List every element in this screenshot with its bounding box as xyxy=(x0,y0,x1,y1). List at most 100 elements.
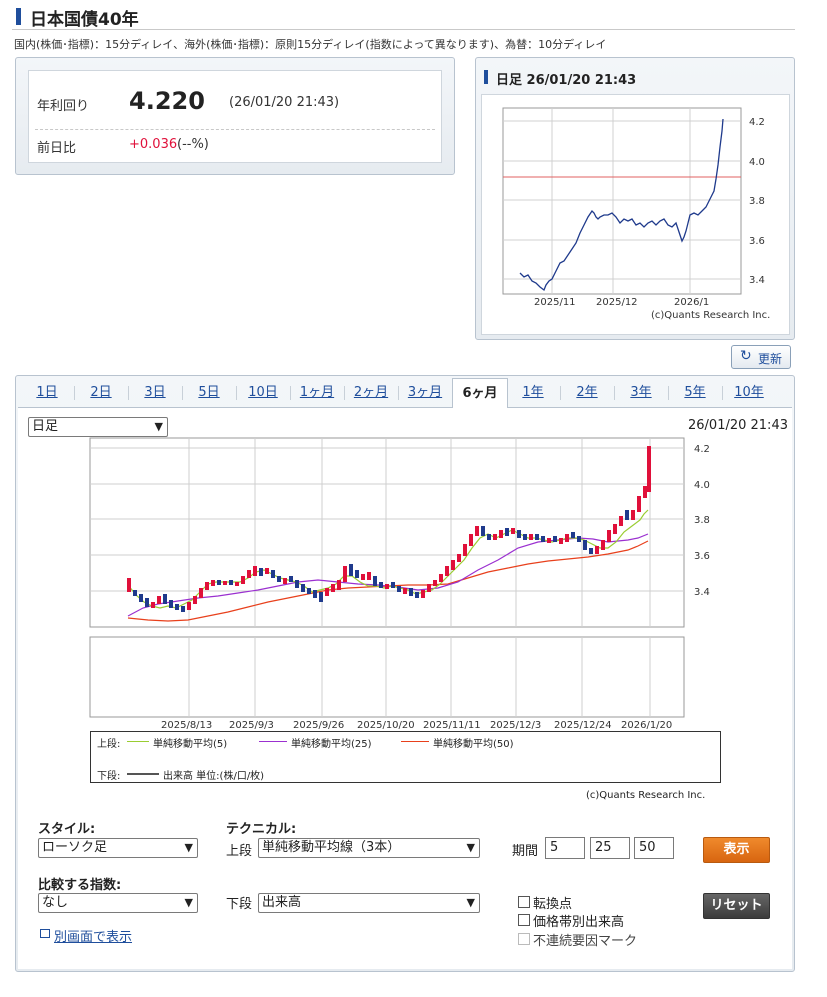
tab-1m[interactable]: 1ヶ月 xyxy=(294,378,340,408)
technical-label: テクニカル: xyxy=(226,822,297,837)
reset-button[interactable]: リセット xyxy=(703,893,770,919)
candle xyxy=(289,576,293,582)
yield-label: 年利回り xyxy=(37,99,90,114)
candle xyxy=(169,600,173,608)
legend-volume-swatch xyxy=(127,773,159,775)
popup-link[interactable]: 別画面で表示 xyxy=(54,926,132,945)
candle xyxy=(217,580,221,585)
lower-technical-select[interactable]: 出来高 ▼ xyxy=(258,893,480,913)
tab-6m[interactable]: 6ヶ月 xyxy=(452,378,508,408)
candle xyxy=(127,578,131,592)
candle xyxy=(541,536,545,542)
candle xyxy=(493,534,497,540)
compare-select[interactable]: なし ▼ xyxy=(38,893,198,913)
candle xyxy=(307,588,311,594)
mini-chart-panel: 日足 26/01/20 21:43 4.2 4.0 3.8 3.6 3.4 20… xyxy=(475,57,795,340)
candle xyxy=(199,588,203,598)
lower-technical-value: 出来高 xyxy=(262,895,302,910)
candle xyxy=(451,560,455,570)
mini-plot-frame xyxy=(502,107,742,295)
price-y-tick: 4.0 xyxy=(694,480,710,491)
candle xyxy=(589,548,593,554)
candle xyxy=(373,576,377,586)
x-tick: 2025/12/24 xyxy=(554,720,612,731)
legend-ma25-swatch xyxy=(259,741,287,742)
x-tick: 2025/10/20 xyxy=(357,720,415,731)
price-y-tick: 4.2 xyxy=(694,444,710,455)
period-input-1[interactable]: 5 xyxy=(545,837,585,859)
legend-volume: 出来高 単位:(株/口/枚) xyxy=(163,771,265,782)
legend-ma25: 単純移動平均(25) xyxy=(291,739,372,750)
candle xyxy=(385,584,389,589)
candle xyxy=(553,536,557,542)
upper-technical-value: 単純移動平均線（3本） xyxy=(262,840,401,855)
period-tabs: 1日 2日 3日 5日 10日 1ヶ月 2ヶ月 3ヶ月 6ヶ月 1年 2年 3年… xyxy=(16,378,793,408)
header-marker xyxy=(484,70,488,84)
legend-ma50-swatch xyxy=(401,741,429,742)
tab-3m[interactable]: 3ヶ月 xyxy=(402,378,448,408)
style-select[interactable]: ローソク足 ▼ xyxy=(38,838,198,858)
price-y-tick: 3.4 xyxy=(694,587,710,598)
refresh-button[interactable]: ↻ 更新 xyxy=(731,345,791,369)
mini-y-tick: 3.6 xyxy=(749,236,765,247)
lower-label: 下段 xyxy=(226,897,253,912)
candle xyxy=(595,546,599,554)
candle xyxy=(325,588,329,596)
x-tick: 2025/12/3 xyxy=(490,720,541,731)
candle xyxy=(277,576,281,582)
candle xyxy=(571,532,575,538)
candle xyxy=(517,530,521,538)
volume-by-price-checkbox[interactable] xyxy=(518,914,530,926)
candle xyxy=(643,486,647,498)
mini-copyright: (c)Quants Research Inc. xyxy=(651,310,770,321)
candle xyxy=(433,580,437,586)
page-title: 日本国債40年 xyxy=(30,10,139,30)
candle xyxy=(343,566,347,582)
tab-3y[interactable]: 3年 xyxy=(618,378,664,408)
period-input-3[interactable]: 50 xyxy=(634,837,674,859)
candle xyxy=(175,604,179,610)
turning-point-checkbox[interactable] xyxy=(518,896,530,908)
tab-1d[interactable]: 1日 xyxy=(24,378,70,408)
chart-copyright: (c)Quants Research Inc. xyxy=(586,790,706,801)
delay-notice: 国内(株価･指標)：15分ディレイ、海外(株価･指標)：原則15分ディレイ(指数… xyxy=(14,38,607,51)
candle xyxy=(475,526,479,536)
candle xyxy=(379,582,383,588)
candle xyxy=(565,534,569,542)
tab-3d[interactable]: 3日 xyxy=(132,378,178,408)
mini-y-tick: 3.8 xyxy=(749,196,765,207)
candle xyxy=(529,534,533,540)
candle xyxy=(391,582,395,588)
legend-ma50: 単純移動平均(50) xyxy=(433,739,514,750)
title-bar: 日本国債40年 xyxy=(12,4,795,30)
change-percent: (--%) xyxy=(177,137,209,152)
tab-5y[interactable]: 5年 xyxy=(672,378,718,408)
candle xyxy=(577,536,581,542)
tab-5d[interactable]: 5日 xyxy=(186,378,232,408)
tab-2y[interactable]: 2年 xyxy=(564,378,610,408)
x-tick: 2025/9/26 xyxy=(293,720,344,731)
period-input-2[interactable]: 25 xyxy=(590,837,630,859)
candle xyxy=(463,544,467,556)
show-button[interactable]: 表示 xyxy=(703,837,770,863)
upper-technical-select[interactable]: 単純移動平均線（3本） ▼ xyxy=(258,838,480,858)
tab-10y[interactable]: 10年 xyxy=(726,378,772,408)
volume-plot-frame xyxy=(89,636,685,718)
tab-10d[interactable]: 10日 xyxy=(240,378,286,408)
candle xyxy=(439,574,443,582)
tab-2d[interactable]: 2日 xyxy=(78,378,124,408)
candle xyxy=(133,590,137,596)
candle xyxy=(187,602,191,610)
candle xyxy=(139,594,143,602)
candle xyxy=(367,572,371,580)
candle xyxy=(337,580,341,590)
discontinuity-mark-checkbox[interactable] xyxy=(518,933,530,945)
candle xyxy=(397,586,401,592)
tab-1y[interactable]: 1年 xyxy=(510,378,556,408)
compare-value: なし xyxy=(42,895,69,910)
tab-2m[interactable]: 2ヶ月 xyxy=(348,378,394,408)
candle xyxy=(445,566,449,576)
candle xyxy=(361,574,365,580)
chevron-down-icon: ▼ xyxy=(466,841,475,854)
candle xyxy=(625,510,629,520)
